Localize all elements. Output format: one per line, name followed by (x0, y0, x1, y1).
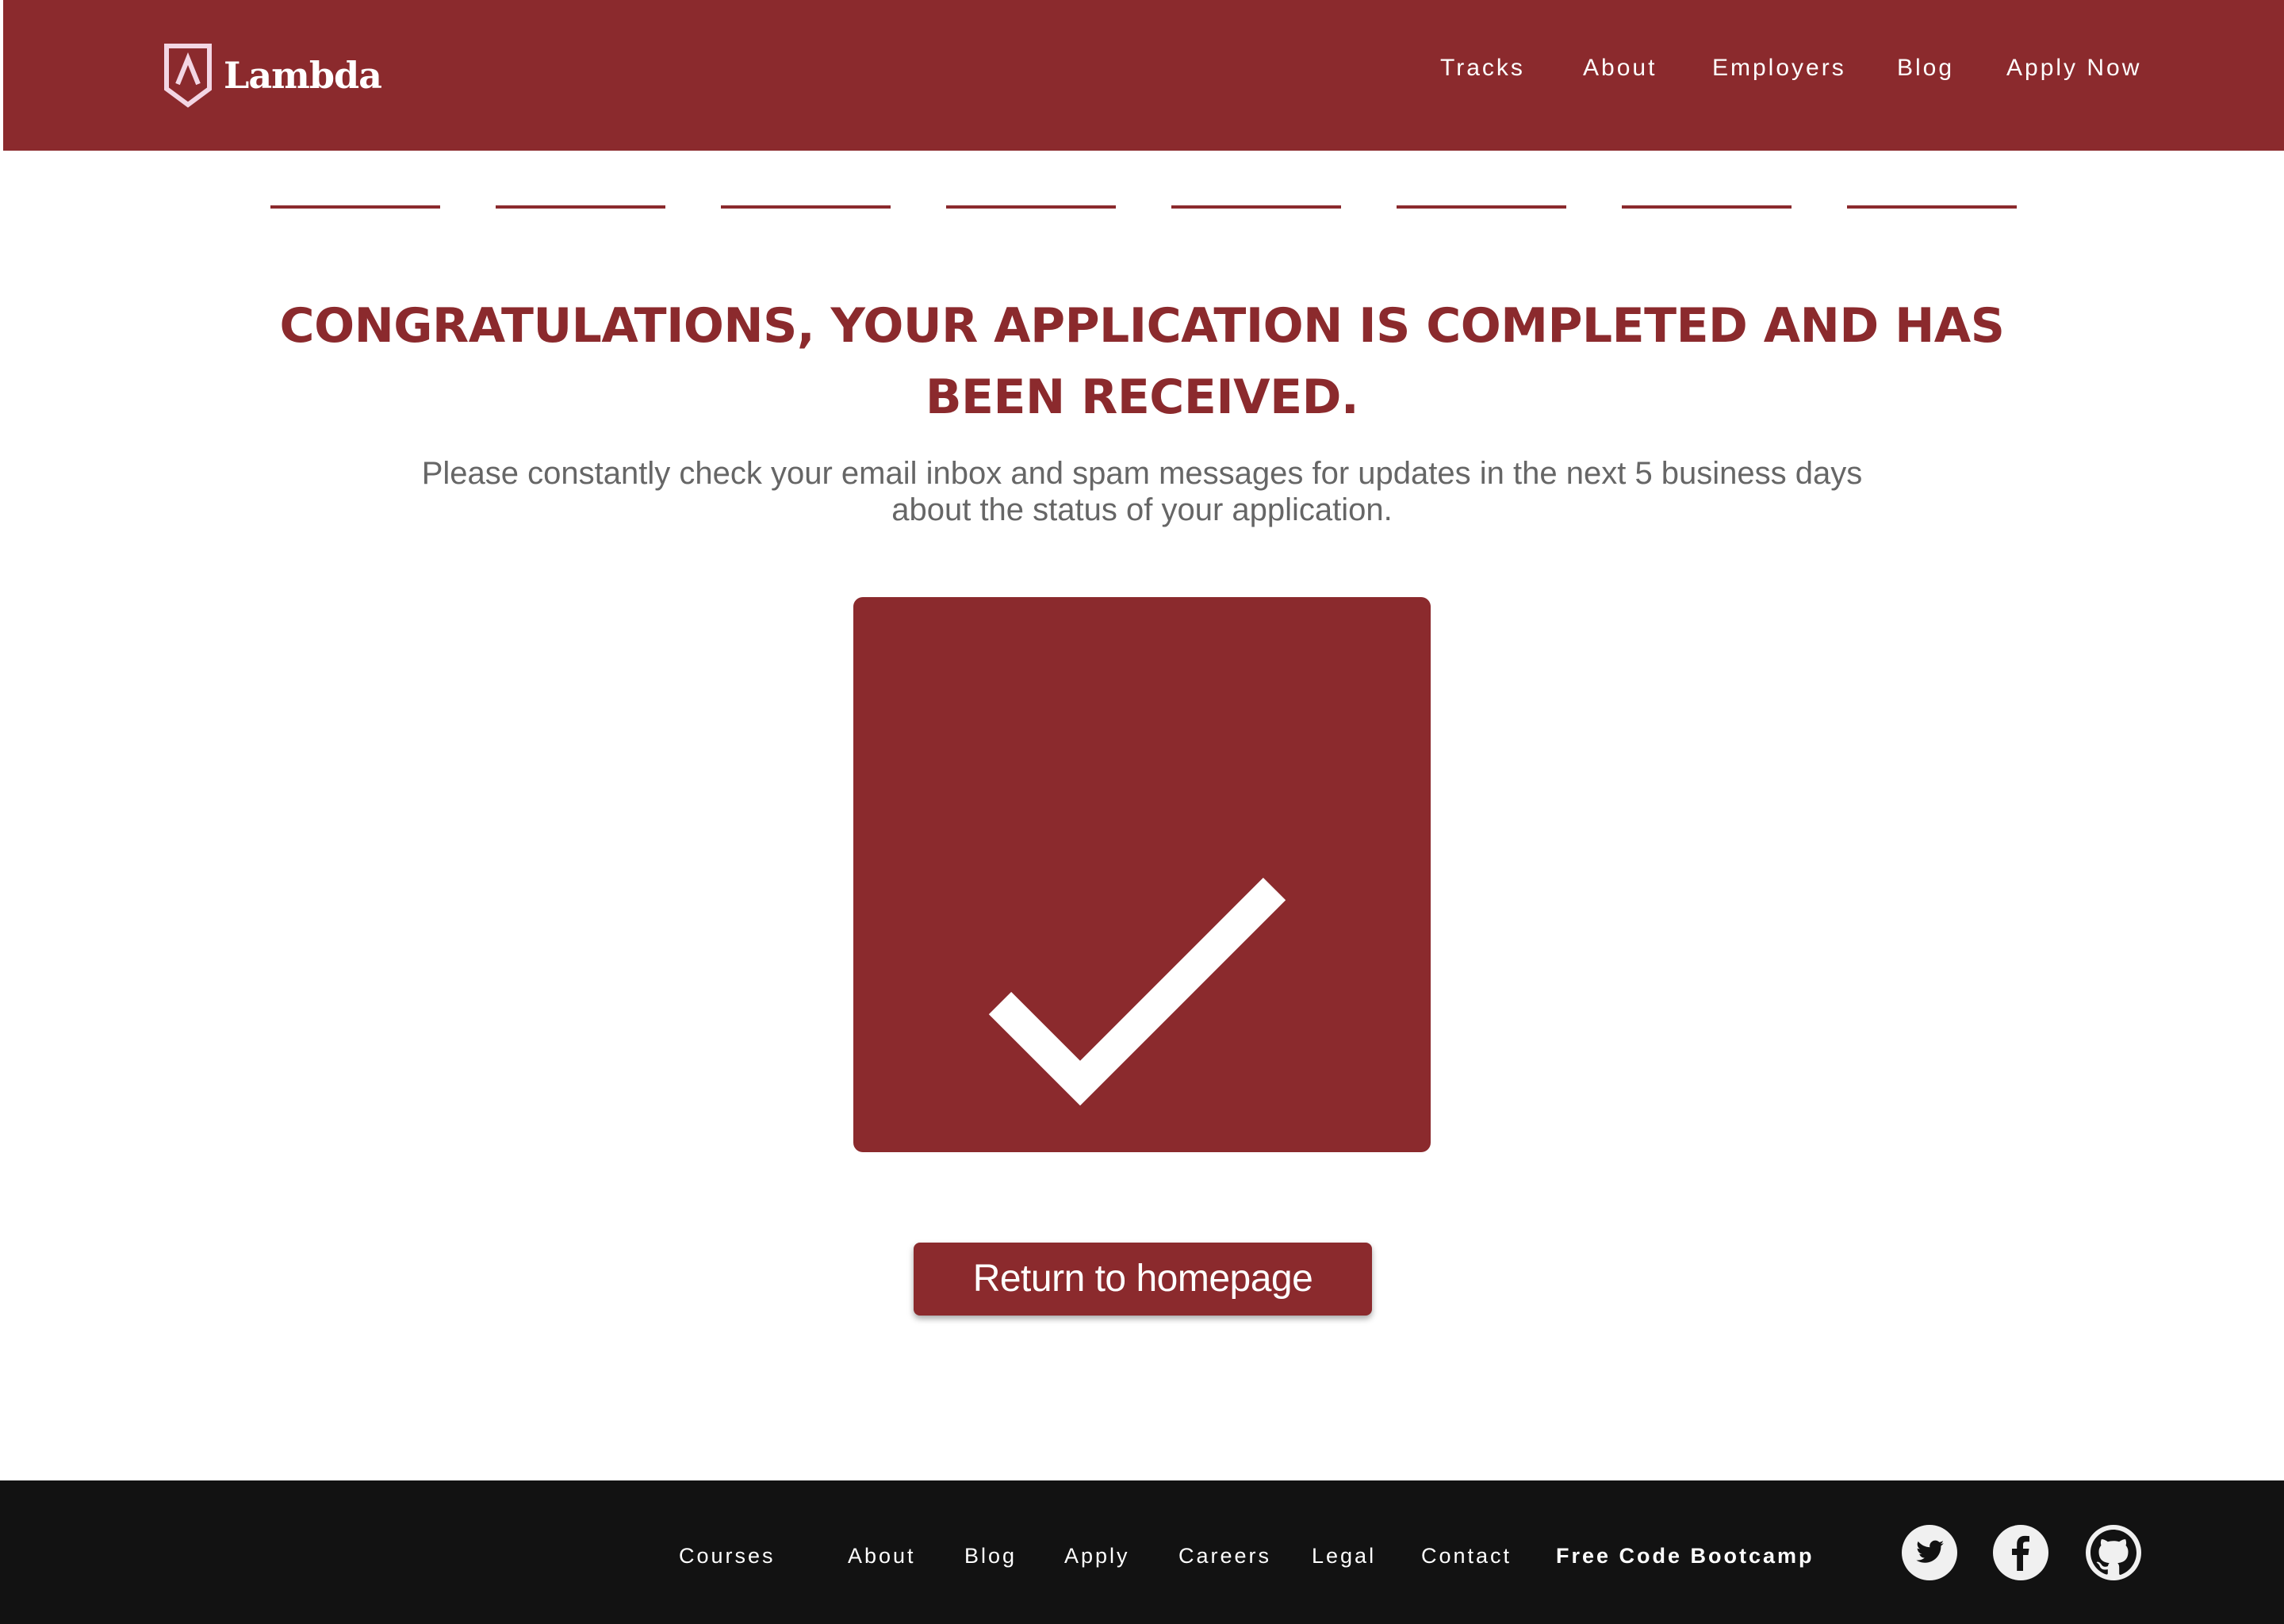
lambda-shield-icon (164, 44, 212, 108)
nav-apply-now[interactable]: Apply Now (2006, 52, 2141, 84)
footer-link-blog[interactable]: Blog (964, 1542, 1017, 1570)
logo-text: Lambda (224, 54, 382, 97)
footer-link-legal[interactable]: Legal (1312, 1542, 1376, 1570)
footer-link-about[interactable]: About (848, 1542, 916, 1570)
facebook-link[interactable] (1993, 1525, 2048, 1580)
return-homepage-button[interactable]: Return to homepage (914, 1243, 1372, 1316)
checkmark-icon (988, 877, 1286, 1106)
twitter-icon (1902, 1525, 1957, 1580)
footer-link-careers[interactable]: Careers (1178, 1542, 1271, 1570)
logo-link[interactable]: Lambda (162, 41, 382, 109)
footer-link-free-code-bootcamp[interactable]: Free Code Bootcamp (1556, 1542, 1815, 1570)
nav-employers[interactable]: Employers (1712, 52, 1846, 84)
nav-tracks[interactable]: Tracks (1440, 52, 1525, 84)
footer-link-courses[interactable]: Courses (679, 1542, 776, 1570)
github-link[interactable] (2086, 1525, 2141, 1580)
success-panel (853, 597, 1431, 1152)
progress-step-3 (721, 205, 891, 209)
progress-step-2 (496, 205, 665, 209)
github-icon (2086, 1525, 2141, 1580)
nav-blog[interactable]: Blog (1897, 52, 1954, 84)
progress-step-7 (1622, 205, 1792, 209)
page-title: CONGRATULATIONS, YOUR APPLICATION IS COM… (279, 298, 2005, 425)
footer-link-contact[interactable]: Contact (1421, 1542, 1512, 1570)
progress-step-8 (1847, 205, 2017, 209)
status-message: Please constantly check your email inbox… (421, 456, 1863, 527)
progress-step-6 (1397, 205, 1566, 209)
progress-step-5 (1171, 205, 1341, 209)
facebook-icon (1993, 1525, 2048, 1580)
progress-step-1 (270, 205, 440, 209)
nav-about[interactable]: About (1583, 52, 1657, 84)
twitter-link[interactable] (1902, 1525, 1957, 1580)
footer-link-apply[interactable]: Apply (1064, 1542, 1130, 1570)
progress-step-4 (946, 205, 1116, 209)
top-navbar: Lambda Tracks About Employers Blog Apply… (3, 0, 2284, 151)
